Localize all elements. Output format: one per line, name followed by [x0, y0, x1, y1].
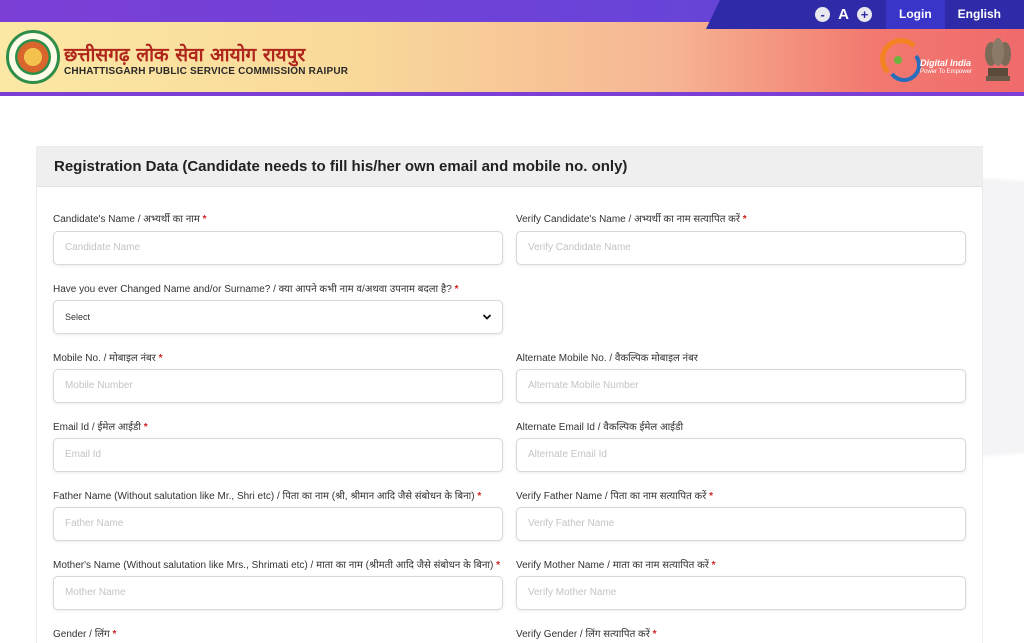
verify-father-name-input[interactable]: Verify Father Name: [516, 507, 966, 541]
site-title-hindi: छत्तीसगढ़ लोक सेवा आयोग रायपुर: [64, 44, 306, 66]
email-input[interactable]: Email Id: [53, 438, 503, 472]
mobile-number-input[interactable]: Mobile Number: [53, 369, 503, 403]
required-mark: *: [454, 284, 459, 295]
name-changed-select[interactable]: Select: [53, 300, 503, 334]
site-header: छत्तीसगढ़ लोक सेवा आयोग रायपुर CHHATTISG…: [0, 22, 1024, 96]
verify-candidate-name-input[interactable]: Verify Candidate Name: [516, 231, 966, 265]
digital-india-tagline: Power To Empower: [920, 69, 972, 75]
candidate-name-label: Candidate's Name / अभ्यर्थी का नाम *: [53, 214, 207, 225]
mother-name-input[interactable]: Mother Name: [53, 576, 503, 610]
father-name-label: Father Name (Without salutation like Mr.…: [53, 491, 482, 502]
alternate-email-input[interactable]: Alternate Email Id: [516, 438, 966, 472]
verify-mother-name-input[interactable]: Verify Mother Name: [516, 576, 966, 610]
form-heading: Registration Data (Candidate needs to fi…: [37, 147, 982, 187]
verify-mother-name-label: Verify Mother Name / माता का नाम सत्यापि…: [516, 560, 716, 571]
required-mark: *: [711, 560, 716, 571]
alternate-mobile-input[interactable]: Alternate Mobile Number: [516, 369, 966, 403]
mother-name-label: Mother's Name (Without salutation like M…: [53, 560, 501, 571]
verify-father-name-label: Verify Father Name / पिता का नाम सत्यापि…: [516, 491, 714, 502]
verify-gender-label: Verify Gender / लिंग सत्यापित करें *: [516, 629, 657, 640]
top-utility-bar: - A + Login English: [706, 0, 1024, 29]
alternate-email-label: Alternate Email Id / वैकल्पिक ईमेल आईडी: [516, 422, 684, 433]
font-reset-button[interactable]: A: [838, 6, 849, 23]
required-mark: *: [742, 214, 747, 225]
alternate-mobile-label: Alternate Mobile No. / वैकल्पिक मोबाइल न…: [516, 353, 698, 364]
language-link[interactable]: English: [945, 0, 1014, 29]
national-emblem-icon: [985, 38, 1011, 81]
required-mark: *: [202, 214, 207, 225]
candidate-name-input[interactable]: Candidate Name: [53, 231, 503, 265]
verify-candidate-name-label: Verify Candidate's Name / अभ्यर्थी का ना…: [516, 214, 747, 225]
font-decrease-button[interactable]: -: [815, 7, 831, 22]
mobile-number-label: Mobile No. / मोबाइल नंबर *: [53, 353, 163, 364]
digital-india-text: Digital India: [920, 58, 972, 68]
registration-form-card: Registration Data (Candidate needs to fi…: [36, 146, 983, 643]
font-increase-button[interactable]: +: [857, 7, 872, 22]
name-changed-label: Have you ever Changed Name and/or Surnam…: [53, 284, 459, 295]
required-mark: *: [112, 629, 117, 640]
site-title-english: CHHATTISGARH PUBLIC SERVICE COMMISSION R…: [64, 66, 349, 77]
cgpsc-logo: [6, 30, 60, 84]
login-link[interactable]: Login: [886, 0, 945, 29]
required-mark: *: [709, 491, 714, 502]
email-label: Email Id / ईमेल आईडी *: [53, 422, 148, 433]
required-mark: *: [477, 491, 482, 502]
chevron-down-icon: [482, 314, 492, 320]
required-mark: *: [143, 422, 148, 433]
required-mark: *: [158, 353, 163, 364]
font-size-controls: - A +: [815, 6, 872, 23]
gender-label: Gender / लिंग *: [53, 629, 117, 640]
name-changed-select-value: Select: [65, 312, 91, 322]
father-name-input[interactable]: Father Name: [53, 507, 503, 541]
required-mark: *: [652, 629, 657, 640]
logo-emblem-icon: [15, 39, 51, 75]
required-mark: *: [496, 560, 501, 571]
